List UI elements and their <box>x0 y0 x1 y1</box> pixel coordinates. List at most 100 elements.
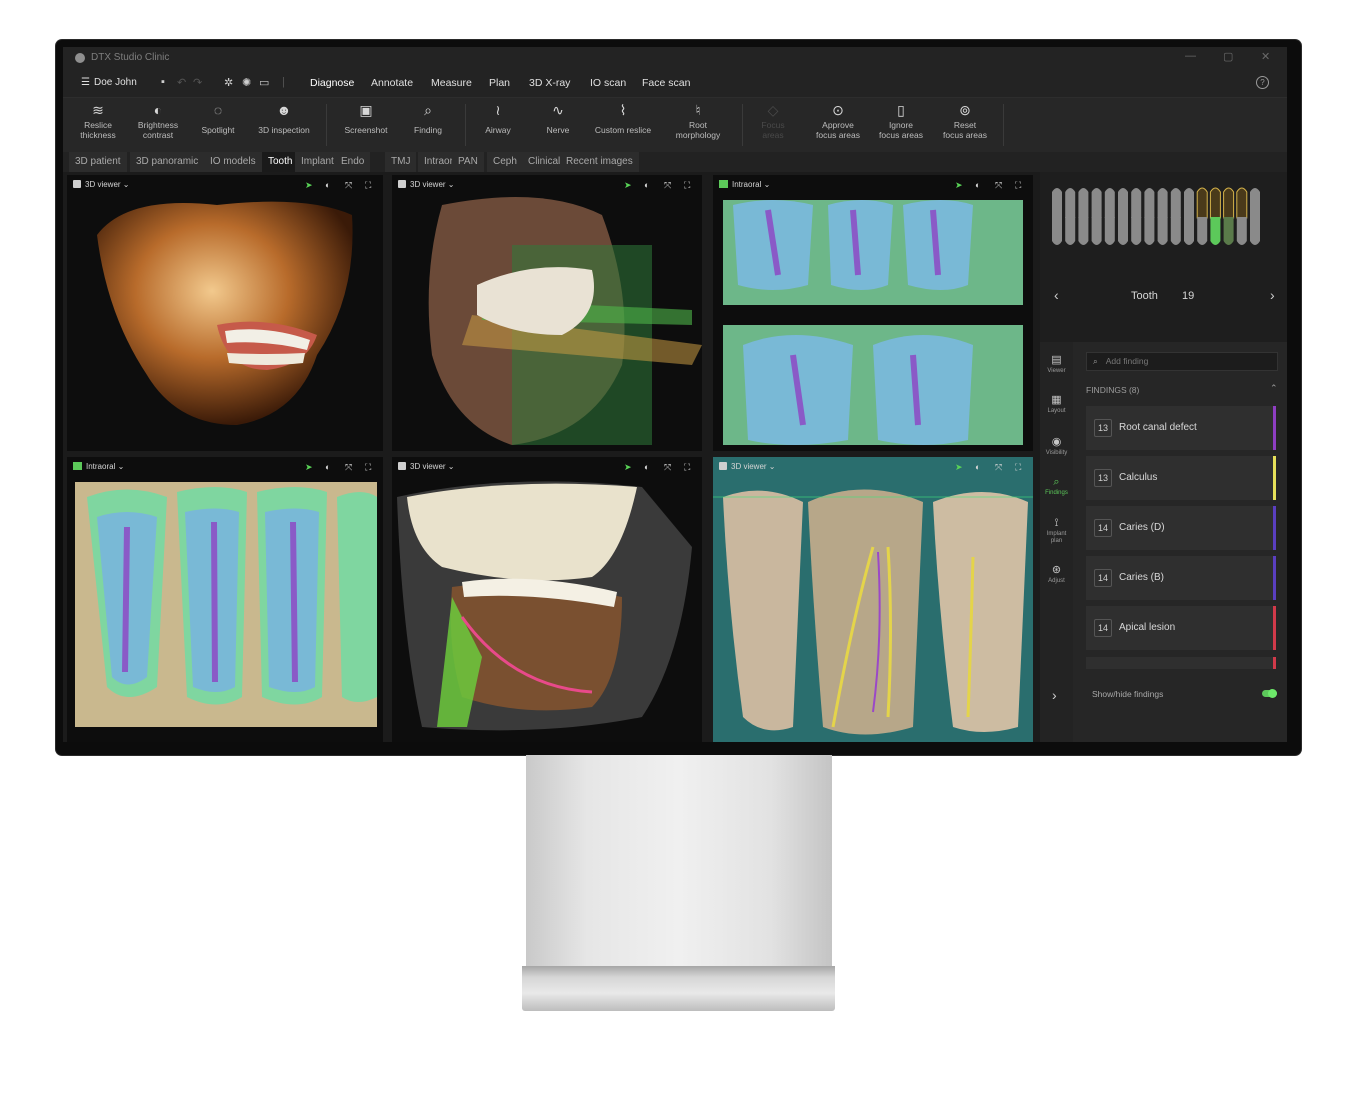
tooth-shape[interactable] <box>1118 188 1128 218</box>
menu-item-3d-x-ray[interactable]: 3D X-ray <box>529 77 570 89</box>
tooth-shape[interactable] <box>1118 217 1128 245</box>
contrast-icon[interactable]: ◐ <box>975 462 980 472</box>
viewport-3d-face[interactable]: 3D viewer ⌄ ➤ ◐ ⤧ ⛶ <box>392 175 702 451</box>
tooth-shape[interactable] <box>1196 187 1208 219</box>
tooth-shape[interactable] <box>1144 188 1155 218</box>
tooth-shape[interactable] <box>1250 188 1260 218</box>
tooth-shape[interactable] <box>1131 217 1142 245</box>
tooth-chart[interactable]: ‹ Tooth 19 › <box>1040 172 1287 342</box>
tooth-shape[interactable] <box>1223 187 1235 219</box>
tool-nerve[interactable]: ∿ Nerve <box>523 98 593 152</box>
cursor-icon[interactable]: ➤ <box>955 462 963 473</box>
tooth-shape[interactable] <box>1184 217 1194 245</box>
cursor-icon[interactable]: ➤ <box>624 180 632 191</box>
fullscreen-icon[interactable]: ⛶ <box>365 180 371 191</box>
menu-item-plan[interactable]: Plan <box>489 77 510 89</box>
viewport-3d-roots[interactable]: 3D viewer ⌄ ➤ ◐ ⤧ ⛶ <box>713 457 1033 742</box>
tooth-shape[interactable] <box>1091 188 1102 218</box>
viewport-selector[interactable]: Intraoral ⌄ <box>73 462 124 471</box>
menu-item-annotate[interactable]: Annotate <box>371 77 413 89</box>
tab-endo[interactable]: Endo <box>335 152 371 172</box>
contrast-icon[interactable]: ◐ <box>325 462 330 472</box>
help-icon[interactable]: ? <box>1256 76 1269 89</box>
tooth-shape[interactable] <box>1210 217 1221 245</box>
fullscreen-icon[interactable]: ⛶ <box>1015 462 1021 473</box>
reset-view-icon[interactable]: ⤧ <box>995 462 1002 473</box>
tooth-shape[interactable] <box>1131 188 1142 218</box>
tooth-next-icon[interactable]: › <box>1270 287 1275 303</box>
tab-io-models[interactable]: IO models <box>204 152 262 172</box>
tooth-shape[interactable] <box>1170 188 1181 218</box>
finding-row[interactable]: 13 Calculus <box>1086 456 1276 500</box>
fullscreen-icon[interactable]: ⛶ <box>365 462 371 473</box>
tooth-shape[interactable] <box>1157 188 1168 218</box>
viewport-selector[interactable]: 3D viewer ⌄ <box>73 180 130 189</box>
tooth-shape[interactable] <box>1157 217 1168 245</box>
menu-item-face-scan[interactable]: Face scan <box>642 77 690 89</box>
contrast-icon[interactable]: ◐ <box>644 462 649 472</box>
viewport-3d-jaw[interactable]: 3D viewer ⌄ ➤ ◐ ⤧ ⛶ <box>392 457 702 742</box>
tooth-shape[interactable] <box>1078 217 1089 245</box>
contrast-icon[interactable]: ◐ <box>975 180 980 190</box>
side-strip-eye[interactable]: ◉ Visibility <box>1040 436 1073 457</box>
tooth-shape[interactable] <box>1065 188 1076 218</box>
tooth-shape[interactable] <box>1078 188 1089 218</box>
tooth-shape[interactable] <box>1052 217 1062 245</box>
side-strip-layout[interactable]: ▦ Layout <box>1040 394 1073 415</box>
cursor-icon[interactable]: ➤ <box>955 180 963 191</box>
collapse-icon[interactable]: ⌃ <box>1270 383 1278 394</box>
tool-custom-reslice[interactable]: ⌇ Custom reslice <box>588 98 658 152</box>
tool-approve-focus[interactable]: ⊙ Approve focus areas <box>803 98 873 152</box>
tooth-shape[interactable] <box>1184 188 1194 218</box>
side-strip-implant-plan[interactable]: ⟟ Implant plan <box>1040 517 1073 545</box>
tool-ignore-focus[interactable]: ▯ Ignore focus areas <box>866 98 936 152</box>
tooth-prev-icon[interactable]: ‹ <box>1054 287 1059 303</box>
tooth-shape[interactable] <box>1091 217 1102 245</box>
viewport-3d-skull[interactable]: 3D viewer ⌄ ➤ ◐ ⤧ ⛶ <box>67 175 383 451</box>
tooth-shape[interactable] <box>1104 217 1115 245</box>
viewport-selector[interactable]: Intraoral ⌄ <box>719 180 770 189</box>
reset-view-icon[interactable]: ⤧ <box>664 462 671 473</box>
tab-implant[interactable]: Implant <box>295 152 340 172</box>
tooth-shape[interactable] <box>1223 217 1234 245</box>
cursor-icon[interactable]: ➤ <box>305 462 313 473</box>
viewport-selector[interactable]: 3D viewer ⌄ <box>398 180 455 189</box>
tab-3d-patient[interactable]: 3D patient <box>69 152 127 172</box>
tab-ceph[interactable]: Ceph <box>487 152 523 172</box>
expand-panel-icon[interactable]: › <box>1052 687 1057 703</box>
viewport-selector[interactable]: 3D viewer ⌄ <box>398 462 455 471</box>
fullscreen-icon[interactable]: ⛶ <box>684 462 690 473</box>
tool-focus-disabled[interactable]: ◇ Focus areas <box>738 98 808 152</box>
fullscreen-icon[interactable]: ⛶ <box>684 180 690 191</box>
finding-row[interactable]: 13 Root canal defect <box>1086 406 1276 450</box>
reset-view-icon[interactable]: ⤧ <box>345 180 352 191</box>
minimize-icon[interactable]: — <box>1185 50 1196 62</box>
tool-screenshot[interactable]: ▣ Screenshot <box>331 98 401 152</box>
tab-pan[interactable]: PAN <box>452 152 484 172</box>
finding-row[interactable]: 14 Caries (B) <box>1086 556 1276 600</box>
user-menu[interactable]: ☰ Doe John <box>81 77 137 88</box>
reset-view-icon[interactable]: ⤧ <box>664 180 671 191</box>
cursor-icon[interactable]: ➤ <box>305 180 313 191</box>
finding-row[interactable]: 14 Apical lesion <box>1086 606 1276 650</box>
viewport-intraoral-bottom[interactable]: Intraoral ⌄ ➤ ◐ ⤧ ⛶ <box>67 457 383 742</box>
tooth-shape[interactable] <box>1250 217 1260 245</box>
tooth-settings-icon[interactable]: ✲ <box>224 76 233 89</box>
cursor-icon[interactable]: ➤ <box>624 462 632 473</box>
tool-finding-search[interactable]: ⌕ Finding <box>393 98 463 152</box>
tooth-shape[interactable] <box>1197 217 1208 245</box>
contrast-icon[interactable]: ◐ <box>325 180 330 190</box>
tooth-shape[interactable] <box>1065 217 1076 245</box>
contrast-icon[interactable]: ◐ <box>644 180 649 190</box>
tooth-shape[interactable] <box>1209 187 1221 219</box>
tooth-chart-icon[interactable]: ✺ <box>242 76 251 89</box>
tab-3d-panoramic[interactable]: 3D panoramic <box>130 152 205 172</box>
tab-tooth[interactable]: Tooth <box>262 152 299 172</box>
tool-head-inspection[interactable]: ☻ 3D inspection <box>249 98 319 152</box>
tooth-shape[interactable] <box>1052 188 1062 218</box>
show-hide-findings-toggle[interactable] <box>1262 689 1277 698</box>
tool-reset-focus[interactable]: ⊚ Reset focus areas <box>930 98 1000 152</box>
finding-row-partial[interactable] <box>1086 657 1276 669</box>
add-finding-search[interactable]: ⌕ Add finding <box>1086 352 1278 371</box>
finding-row[interactable]: 14 Caries (D) <box>1086 506 1276 550</box>
